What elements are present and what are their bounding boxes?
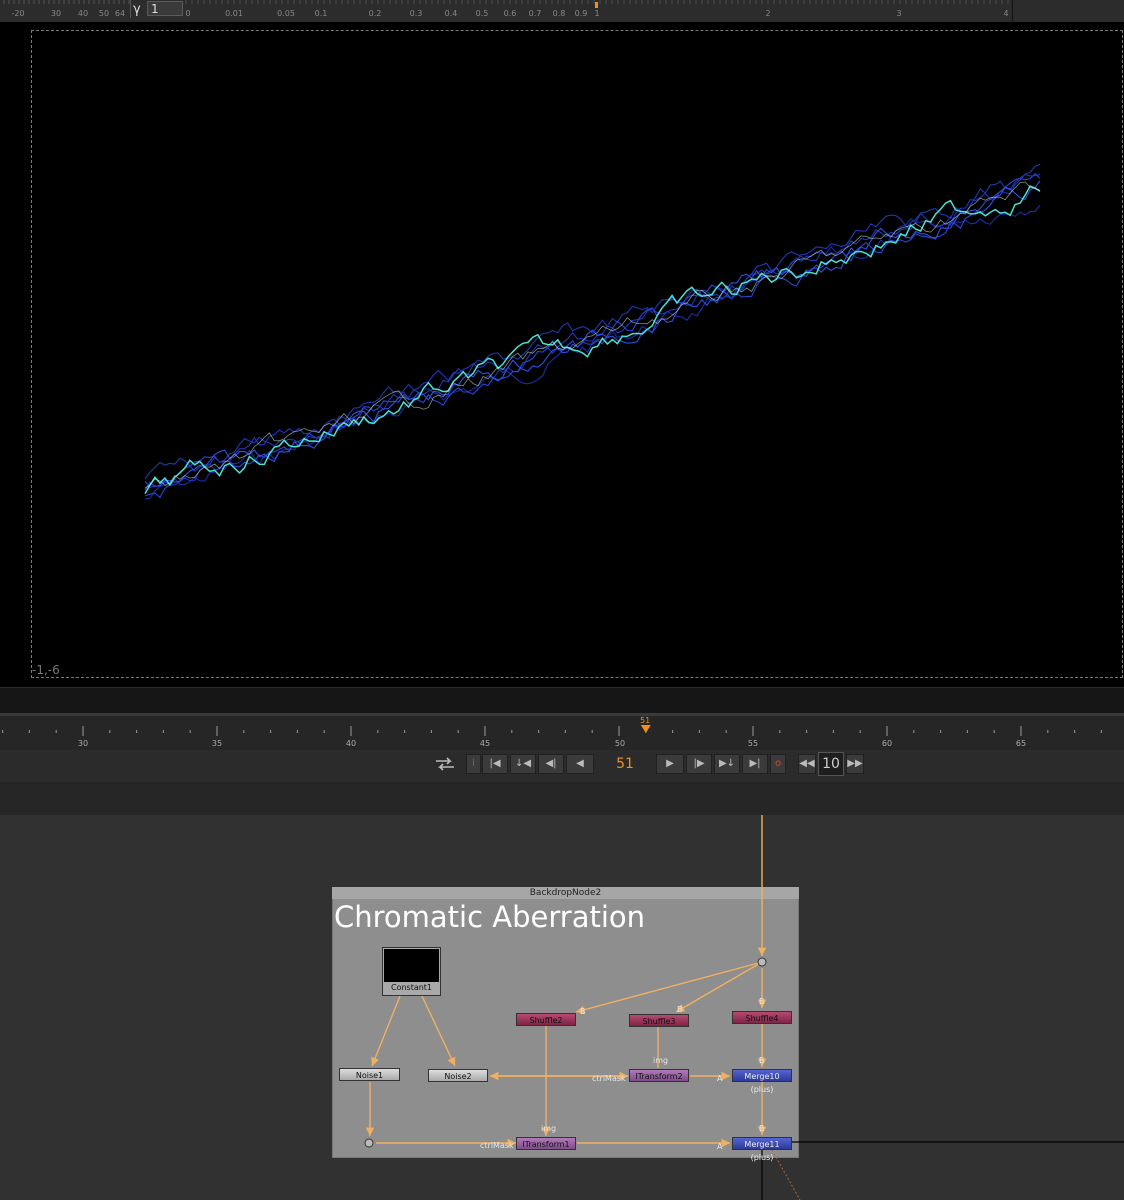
noise-curve-plot bbox=[144, 163, 1041, 500]
gain-tick-label: 0.8 bbox=[553, 9, 566, 18]
skip-to-start-icon: |◀ bbox=[489, 758, 501, 769]
exposure-tick-label: 50 bbox=[99, 9, 109, 18]
backdrop-header[interactable]: BackdropNode2 bbox=[332, 887, 799, 899]
input-label-b: B bbox=[759, 1124, 765, 1133]
timeline-tick-label: 55 bbox=[748, 739, 758, 748]
play-forward-button[interactable]: ▶ bbox=[656, 754, 684, 774]
playhead-frame-label: 51 bbox=[640, 716, 651, 725]
gain-tick-label: 0.05 bbox=[277, 9, 295, 18]
skip-to-end-icon: ▶| bbox=[749, 758, 761, 769]
exposure-tick-label: 64 bbox=[115, 9, 125, 18]
noise-curve-cyan bbox=[144, 185, 1041, 494]
gain-tick-label: 0.6 bbox=[504, 9, 517, 18]
constant1-label: Constant1 bbox=[390, 983, 433, 992]
gain-tick-label: 0.01 bbox=[225, 9, 243, 18]
playhead-marker[interactable] bbox=[640, 725, 651, 733]
node-merge10[interactable]: Merge10 (plus) bbox=[732, 1069, 792, 1094]
input-label-img: img bbox=[653, 1056, 669, 1065]
timeline-ruler[interactable]: 30 35 40 45 50 55 60 65 bbox=[0, 716, 1124, 750]
exposure-ruler[interactable]: -20 30 40 50 64 bbox=[0, 0, 130, 22]
step-forward-button[interactable]: |▶ bbox=[686, 754, 712, 774]
node-shuffle4[interactable]: Shuffle4 bbox=[732, 1011, 792, 1024]
gain-tick-label: 0.5 bbox=[476, 9, 489, 18]
gain-tick-label: 4 bbox=[1003, 9, 1008, 18]
previous-keyframe-button[interactable]: ↓◀ bbox=[510, 754, 536, 774]
loop-cycle-icon[interactable] bbox=[432, 754, 458, 774]
next-keyframe-button[interactable]: ▶↓ bbox=[714, 754, 740, 774]
increment-field[interactable]: 10 bbox=[818, 752, 844, 776]
toolbar-spacer bbox=[1012, 0, 1124, 22]
timeline-tick-label: 65 bbox=[1016, 739, 1026, 748]
timeline-tick-label: 30 bbox=[78, 739, 88, 748]
node-noise2[interactable]: Noise2 bbox=[428, 1069, 488, 1082]
exposure-tick-label: 40 bbox=[78, 9, 88, 18]
prev-keyframe-icon: ↓◀ bbox=[514, 758, 532, 769]
out-point-button[interactable]: o bbox=[770, 754, 786, 774]
gain-tick-label: 0.1 bbox=[315, 9, 328, 18]
input-label-b: B bbox=[759, 1056, 765, 1065]
rewind-icon: ◀◀ bbox=[799, 758, 815, 769]
input-label-ctrlmask: ctrlMask bbox=[480, 1141, 514, 1150]
input-label-b: B bbox=[759, 997, 765, 1006]
gain-tick-label: 2 bbox=[765, 9, 770, 18]
node-shuffle2[interactable]: Shuffle2 bbox=[516, 1013, 576, 1026]
timeline-tick-label: 45 bbox=[480, 739, 490, 748]
play-icon: ▶ bbox=[666, 758, 674, 769]
timeline-bar[interactable]: 30 35 40 45 50 55 60 65 bbox=[0, 716, 1124, 750]
gain-marker[interactable] bbox=[595, 2, 598, 8]
timeline-tick-label: 50 bbox=[615, 739, 625, 748]
noise-curve-blue bbox=[144, 173, 1041, 480]
gain-tick-label: 1 bbox=[594, 9, 599, 18]
gamma-input[interactable]: 1 bbox=[147, 1, 183, 16]
last-frame-button[interactable]: ▶| bbox=[742, 754, 768, 774]
gain-tick-label: 0.4 bbox=[445, 9, 458, 18]
noise-curve-blue bbox=[144, 163, 1041, 489]
next-keyframe-icon: ▶↓ bbox=[718, 758, 736, 769]
noise-curve-blue bbox=[144, 205, 1041, 500]
increment-button[interactable]: ▶▶ bbox=[846, 754, 864, 774]
in-point-button[interactable]: i bbox=[466, 754, 481, 774]
node-itransform2[interactable]: ITransform2 bbox=[629, 1069, 689, 1082]
input-label-a: A bbox=[717, 1142, 723, 1151]
gain-tick-label: 0 bbox=[185, 9, 190, 18]
gain-tick-label: 0.7 bbox=[529, 9, 542, 18]
first-frame-button[interactable]: |◀ bbox=[482, 754, 508, 774]
gamma-label: γ bbox=[133, 2, 141, 17]
gain-tick-label: 0.3 bbox=[410, 9, 423, 18]
timeline-tick-label: 60 bbox=[882, 739, 892, 748]
coordinate-readout: -1,-6 bbox=[32, 663, 60, 677]
exposure-tick-label: 30 bbox=[51, 9, 61, 18]
panel-tab-area bbox=[0, 782, 1124, 815]
node-merge11[interactable]: Merge11 (plus) bbox=[732, 1137, 792, 1162]
step-back-icon: ◀| bbox=[545, 758, 557, 769]
step-forward-icon: |▶ bbox=[693, 758, 705, 769]
backdrop-title: Chromatic Aberration bbox=[334, 900, 646, 934]
play-backward-icon: ◀ bbox=[576, 758, 584, 769]
input-label-b: B bbox=[677, 1005, 683, 1014]
play-backward-button[interactable]: ◀ bbox=[566, 754, 594, 774]
current-frame-field[interactable]: 51 bbox=[600, 754, 650, 774]
fast-forward-icon: ▶▶ bbox=[847, 758, 863, 769]
input-label-a: A bbox=[717, 1074, 723, 1083]
timeline-tick-label: 35 bbox=[212, 739, 222, 748]
gain-tick-label: 0.9 bbox=[575, 9, 588, 18]
gain-tick-label: 3 bbox=[896, 9, 901, 18]
input-label-b: B bbox=[580, 1007, 586, 1016]
viewer-separator bbox=[0, 687, 1124, 716]
timeline-tick-label: 40 bbox=[346, 739, 356, 748]
input-label-ctrlmask: ctrlMask bbox=[592, 1074, 626, 1083]
gain-tick-label: 0.2 bbox=[369, 9, 382, 18]
noise-curve-white bbox=[144, 181, 1041, 489]
node-itransform1[interactable]: ITransform1 bbox=[516, 1137, 576, 1150]
node-shuffle3[interactable]: Shuffle3 bbox=[629, 1014, 689, 1027]
input-label-img: img bbox=[541, 1124, 557, 1133]
exposure-tick-label: -20 bbox=[11, 9, 24, 18]
node-noise1[interactable]: Noise1 bbox=[339, 1068, 400, 1081]
gain-ruler[interactable]: 0 0.01 0.05 0.1 0.2 0.3 0.4 0.5 0.6 0.7 0.8 0.9 1 2 3 4 bbox=[184, 0, 1010, 22]
decrement-button[interactable]: ◀◀ bbox=[798, 754, 816, 774]
constant-thumbnail bbox=[384, 949, 439, 982]
step-back-button[interactable]: ◀| bbox=[538, 754, 564, 774]
